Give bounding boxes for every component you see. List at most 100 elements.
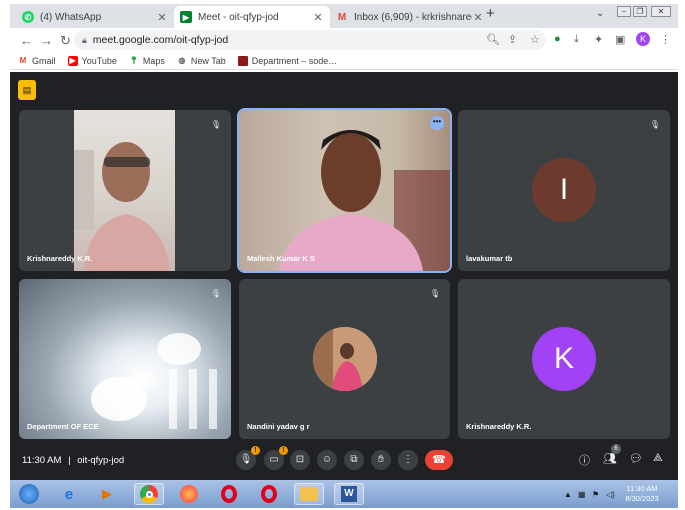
more-options-button[interactable]: ⋮	[398, 450, 418, 470]
tab-strip: ✆ (4) WhatsApp ✕ ▶ Meet - oit-qfyp-jod ✕…	[10, 4, 678, 28]
close-tab-icon[interactable]: ✕	[472, 11, 484, 24]
host-controls-icon[interactable]: ▤	[18, 80, 36, 100]
bookmark-gmail[interactable]: M Gmail	[18, 56, 56, 66]
opera-icon[interactable]	[214, 483, 244, 505]
tab-title: Inbox (6,909) - krkrishnareddy6…	[354, 11, 472, 23]
extensions-puzzle-icon[interactable]: ✦	[594, 33, 603, 46]
whatsapp-icon: ✆	[22, 11, 34, 23]
internet-explorer-icon[interactable]: e	[54, 483, 84, 505]
meeting-info-icon[interactable]: ⓘ	[579, 452, 590, 468]
chrome-icon[interactable]	[134, 483, 164, 505]
warning-icon: !	[279, 446, 288, 455]
tab-whatsapp[interactable]: ✆ (4) WhatsApp ✕	[16, 6, 174, 28]
profile-avatar[interactable]: K	[636, 32, 650, 46]
forward-arrow-icon[interactable]: →	[40, 33, 53, 48]
participant-name: Krishnareddy K.R.	[27, 254, 93, 263]
profile-photo	[313, 327, 377, 391]
close-tab-icon[interactable]: ✕	[312, 11, 324, 24]
address-bar[interactable]: 🔒︎ meet.google.com/oit-qfyp-jod	[74, 30, 546, 50]
captions-button[interactable]: ⊡	[290, 450, 310, 470]
emoji-button[interactable]: ☺	[317, 450, 337, 470]
phone-hangup-icon: ☎︎	[432, 454, 446, 466]
participant-tile[interactable]: 🎙︎ Nandini yadav g r	[239, 279, 450, 439]
extension-check-icon[interactable]: ●	[554, 33, 561, 45]
share-icon[interactable]: ⇪	[508, 33, 517, 46]
participant-tile[interactable]: I 🎙︎ lavakumar tb	[458, 110, 670, 271]
hand-icon: ✋︎	[378, 454, 384, 465]
participant-video	[74, 110, 175, 271]
end-call-button[interactable]: ☎︎	[425, 450, 453, 470]
side-panel-icon[interactable]: ▣	[615, 33, 625, 46]
participant-name: Mallesh Kumar K S	[247, 254, 315, 263]
windows-logo-icon	[19, 484, 39, 504]
tab-search-chevron-icon[interactable]: ⌄	[596, 8, 604, 19]
download-icon[interactable]: ⤓	[574, 33, 579, 46]
participant-tile[interactable]: 🎙︎ Krishnareddy K.R.	[19, 110, 231, 271]
media-player-icon[interactable]: ▶	[92, 483, 122, 505]
restore-button[interactable]: ❐	[633, 6, 647, 17]
more-vert-icon: ⋮	[403, 454, 413, 465]
maps-pin-icon: 📍︎	[128, 56, 139, 65]
camera-icon: ▭	[269, 454, 279, 465]
firefox-icon[interactable]	[174, 483, 204, 505]
minimize-button[interactable]: –	[617, 6, 631, 17]
participant-tile[interactable]: K Krishnareddy K.R.	[458, 279, 670, 439]
system-clock[interactable]: 11:30 AM 8/30/2023	[616, 484, 668, 504]
network-icon[interactable]: ▦	[578, 490, 586, 499]
clock-time: 11:30 AM	[626, 484, 658, 493]
word-icon[interactable]: W	[334, 483, 364, 505]
participant-tile[interactable]: 🎙︎ Department OF ECE	[19, 279, 231, 439]
menu-kebab-icon[interactable]: ⋮	[660, 33, 671, 46]
participant-tile[interactable]: ••• Mallesh Kumar K S	[237, 108, 452, 273]
tab-title: Meet - oit-qfyp-jod	[198, 11, 279, 23]
participant-photo	[313, 327, 377, 391]
captions-icon: ⊡	[295, 454, 305, 465]
bookmark-youtube[interactable]: ▶ YouTube	[67, 55, 117, 66]
bookmark-label: Maps	[142, 55, 165, 66]
microphone-button[interactable]: 🎙︎ !	[236, 446, 260, 470]
bookmark-department[interactable]: Department – sode…	[237, 55, 337, 66]
participant-video	[239, 110, 450, 271]
gmail-icon: M	[337, 11, 347, 23]
zoom-search-icon[interactable]: 🔍︎	[486, 33, 500, 46]
tab-meet[interactable]: ▶ Meet - oit-qfyp-jod ✕	[174, 6, 330, 28]
bookmark-label: New Tab	[190, 55, 226, 66]
present-button[interactable]: ⧉	[344, 450, 364, 470]
tab-title: (4) WhatsApp	[40, 11, 102, 23]
more-options-icon[interactable]: •••	[430, 116, 444, 130]
bookmark-new-tab[interactable]: ◍ New Tab	[177, 55, 226, 66]
opera-gx-icon[interactable]	[254, 483, 284, 505]
bookmark-maps[interactable]: 📍︎ Maps	[129, 56, 165, 66]
participant-avatar: I	[532, 158, 596, 222]
lock-icon: 🔒︎	[82, 34, 87, 45]
raise-hand-button[interactable]: ✋︎	[371, 450, 391, 470]
tab-gmail[interactable]: M Inbox (6,909) - krkrishnareddy6… ✕	[330, 6, 490, 28]
meeting-details: 11:30 AM | oit-qfyp-jod	[22, 455, 124, 466]
close-tab-icon[interactable]: ✕	[156, 11, 168, 24]
volume-icon[interactable]: ◁)	[606, 490, 615, 499]
mic-off-icon: 🎙︎	[649, 120, 661, 129]
back-arrow-icon[interactable]: ←	[20, 33, 33, 48]
bookmark-label: YouTube	[81, 55, 117, 66]
url-text: meet.google.com/oit-qfyp-jod	[92, 34, 229, 46]
warning-icon: !	[251, 446, 260, 455]
action-center-icon[interactable]: ⚑	[592, 490, 599, 499]
bookmark-star-icon[interactable]: ☆	[530, 33, 540, 46]
gmail-icon: M	[19, 56, 27, 65]
separator: |	[68, 455, 71, 466]
meeting-time: 11:30 AM	[22, 455, 62, 466]
start-button[interactable]	[14, 483, 44, 505]
close-window-button[interactable]: ✕	[651, 6, 671, 17]
new-tab-button[interactable]: +	[486, 5, 495, 22]
tray-arrow-icon[interactable]: ▲	[564, 490, 572, 499]
present-screen-icon: ⧉	[350, 454, 358, 465]
reload-icon[interactable]: ↻	[60, 33, 71, 49]
clock-date: 8/30/2023	[625, 494, 659, 503]
activities-icon[interactable]: ⟁	[653, 452, 663, 465]
ceiling-light-glare	[91, 333, 217, 429]
chat-icon[interactable]: 💬︎	[629, 452, 643, 465]
camera-button[interactable]: ▭ !	[264, 446, 288, 470]
participant-name: Nandini yadav g r	[247, 422, 310, 431]
file-explorer-icon[interactable]	[294, 483, 324, 505]
participant-name: Department OF ECE	[27, 422, 99, 431]
